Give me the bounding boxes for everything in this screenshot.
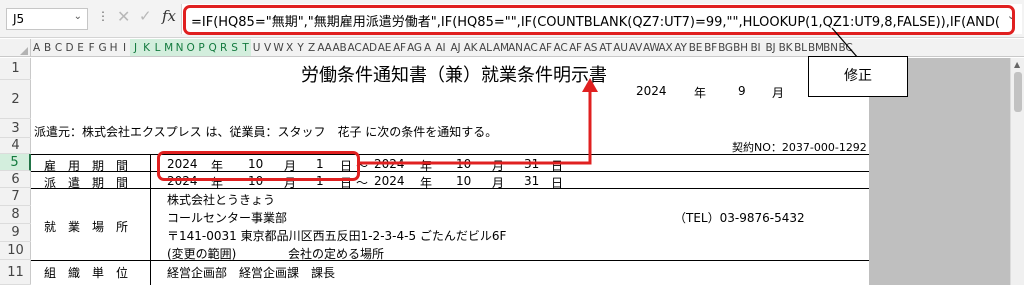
- callout-pointer: [831, 27, 859, 59]
- callout-text: 修正: [844, 68, 872, 84]
- red-arrowhead: [582, 78, 598, 92]
- red-connector-line: [360, 90, 592, 165]
- annotation-arrows: [360, 27, 859, 165]
- correction-callout: 修正: [808, 56, 908, 97]
